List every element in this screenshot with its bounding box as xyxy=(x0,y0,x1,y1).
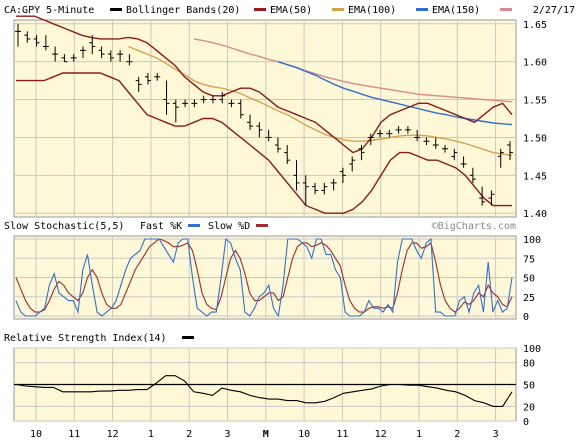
x-tick-label: 11 xyxy=(68,429,80,440)
y-tick-label: 1.40 xyxy=(523,209,547,220)
x-tick-label: 1 xyxy=(416,429,422,440)
y-tick-label: 1.65 xyxy=(523,20,547,31)
y-tick-label: 1.55 xyxy=(523,96,547,107)
fast-k-legend-swatch xyxy=(188,224,200,227)
x-tick-label: 12 xyxy=(375,429,387,440)
legend-swatch-2 xyxy=(332,8,344,11)
x-tick-label: 2 xyxy=(454,429,460,440)
x-tick-label: 10 xyxy=(298,429,310,440)
rsi-title: Relative Strength Index(14) xyxy=(4,333,167,344)
y-tick-label: 1.50 xyxy=(523,133,547,144)
legend-swatch-1 xyxy=(254,8,266,11)
y-tick-label: 100 xyxy=(523,344,541,355)
legend-label-0: Bollinger Bands(20) xyxy=(126,5,240,16)
x-tick-label: 3 xyxy=(224,429,230,440)
price-legend: Bollinger Bands(20) EMA(50) EMA(100) EMA(15… xyxy=(110,5,512,16)
y-tick-label: 75 xyxy=(523,254,535,265)
x-tick-label: 1 xyxy=(148,429,154,440)
y-tick-label: 0 xyxy=(523,312,529,323)
y-tick-label: 25 xyxy=(523,293,535,304)
slow-d-legend-swatch xyxy=(256,224,268,227)
x-tick-label: 11 xyxy=(336,429,348,440)
x-tick-label: 3 xyxy=(493,429,499,440)
legend-label-3: EMA(150) xyxy=(432,5,480,16)
chart-date: 2/27/17 xyxy=(533,5,575,16)
y-tick-label: 1.60 xyxy=(523,58,547,69)
stochastic-fast-label: Fast %K xyxy=(140,221,182,232)
stock-chart: CA:GPY 5-Minute 2/27/17 Bollinger Bands(… xyxy=(0,0,579,444)
y-tick-label: 50 xyxy=(523,381,535,392)
x-tick-label: M xyxy=(263,429,269,440)
y-tick-label: 1.45 xyxy=(523,171,547,182)
x-tick-label: 10 xyxy=(30,429,42,440)
x-tick-label: 2 xyxy=(186,429,192,440)
rsi-legend-swatch xyxy=(182,336,194,339)
y-tick-label: 100 xyxy=(523,235,541,246)
y-tick-label: 0 xyxy=(523,417,529,428)
x-tick-label: 12 xyxy=(107,429,119,440)
legend-swatch-3 xyxy=(416,8,428,11)
y-tick-label: 80 xyxy=(523,359,535,370)
watermark: ©BigCharts.com xyxy=(432,221,516,232)
legend-swatch-0 xyxy=(110,8,122,11)
y-tick-label: 50 xyxy=(523,274,535,285)
legend-label-2: EMA(100) xyxy=(348,5,396,16)
stochastic-title: Slow Stochastic(5,5) xyxy=(4,221,124,232)
legend-label-1: EMA(50) xyxy=(270,5,312,16)
legend-swatch-4 xyxy=(500,8,512,11)
price-panel xyxy=(13,19,517,218)
y-tick-label: 20 xyxy=(523,402,535,413)
chart-title: CA:GPY 5-Minute xyxy=(4,5,94,16)
stochastic-slow-label: Slow %D xyxy=(208,221,250,232)
